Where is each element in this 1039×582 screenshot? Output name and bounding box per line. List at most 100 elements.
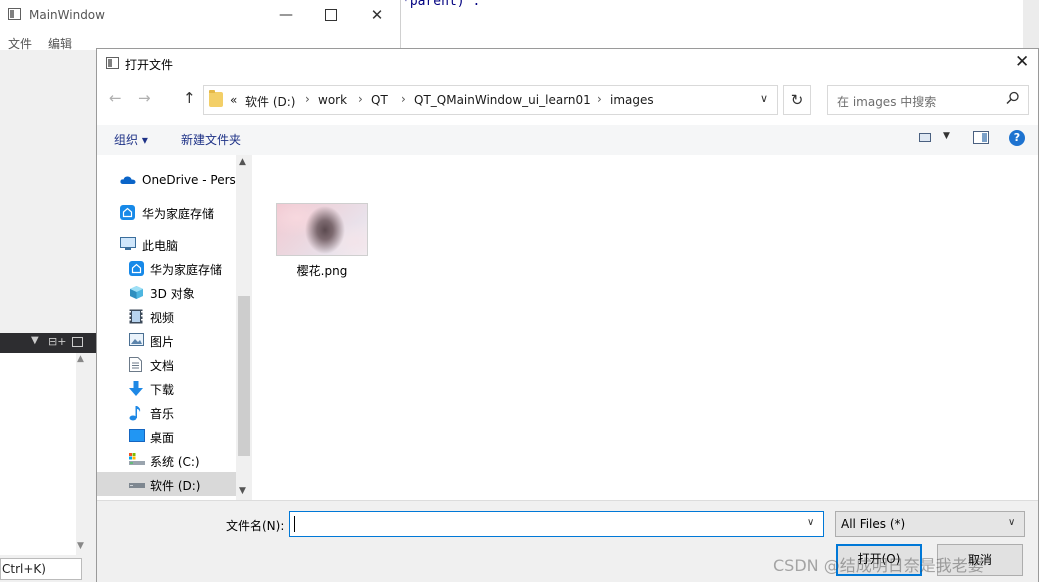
cloud-icon — [120, 173, 136, 186]
nav-item-video[interactable]: 视频 — [97, 304, 236, 328]
dock-panel — [0, 353, 77, 555]
scrollbar-thumb[interactable] — [238, 296, 250, 456]
nav-item-drive-d[interactable]: 软件 (D:) — [97, 472, 236, 496]
close-pane-icon[interactable] — [72, 337, 83, 347]
organize-button[interactable]: 组织 ▾ — [114, 131, 148, 148]
nav-item-onedrive[interactable]: OneDrive - Perso — [97, 168, 243, 192]
file-name: 樱花.png — [296, 264, 348, 278]
nav-item-this-pc[interactable]: 此电脑 — [97, 232, 236, 256]
split-icon[interactable]: ⊟+ — [48, 335, 66, 348]
video-icon — [129, 309, 143, 324]
navigation-pane: OneDrive - Perso 华为家庭存储 此电脑 华为家庭存储 3D 对象… — [97, 155, 252, 500]
nav-item-label: OneDrive - Perso — [142, 173, 244, 187]
chevron-down-icon[interactable]: ▼ — [239, 486, 246, 496]
chevron-down-icon[interactable]: ▼ — [77, 541, 84, 551]
nav-item-desktop[interactable]: 桌面 — [97, 424, 236, 448]
breadcrumb-overflow[interactable]: « — [230, 93, 237, 107]
editor-scrollbar[interactable] — [1023, 0, 1039, 48]
chevron-down-icon[interactable]: ∨ — [760, 92, 768, 105]
back-button[interactable]: ← — [109, 89, 122, 107]
cube-icon — [129, 285, 143, 299]
up-button[interactable]: ↑ — [183, 89, 196, 107]
dock-dropdown-icon[interactable]: ▼ — [31, 335, 39, 346]
nav-item-label: 华为家庭存储 — [150, 263, 223, 277]
breadcrumb-item[interactable]: QT — [371, 93, 388, 107]
search-icon[interactable] — [1006, 91, 1020, 109]
minimize-button[interactable]: — — [271, 5, 301, 25]
desktop-icon — [129, 429, 145, 442]
nav-item-label: 3D 对象 — [150, 287, 195, 301]
chevron-up-icon[interactable]: ▲ — [239, 157, 246, 167]
command-bar: 组织 ▾ 新建文件夹 ▼ ? — [97, 125, 1038, 156]
nav-item-label: 系统 (C:) — [150, 455, 200, 469]
preview-pane-button[interactable] — [973, 131, 989, 144]
document-icon — [129, 357, 143, 372]
breadcrumb-separator[interactable]: › — [597, 92, 602, 106]
nav-item-label: 文档 — [150, 359, 175, 373]
maximize-button[interactable] — [316, 5, 346, 25]
drive-icon — [129, 477, 145, 490]
text-caret — [294, 516, 295, 532]
breadcrumb-item[interactable]: images — [610, 93, 654, 107]
filetype-value: All Files (*) — [841, 517, 906, 531]
huawei-storage-icon — [129, 261, 144, 276]
nav-item-documents[interactable]: 文档 — [97, 352, 236, 376]
code-editor-background — [400, 0, 1039, 48]
breadcrumb-separator[interactable]: › — [401, 92, 406, 106]
code-line-fragment: *parent) . — [402, 0, 481, 9]
nav-item-huawei-storage[interactable]: 华为家庭存储 — [97, 200, 236, 224]
view-options-button[interactable]: ▼ — [919, 131, 950, 145]
nav-item-label: 软件 (D:) — [150, 479, 201, 493]
nav-item-label: 此电脑 — [142, 239, 179, 253]
dock-scrollbar[interactable] — [76, 353, 94, 555]
main-window-title: MainWindow — [29, 8, 105, 22]
nav-item-label: 图片 — [150, 335, 175, 349]
nav-item-label: 视频 — [150, 311, 175, 325]
nav-item-huawei-storage[interactable]: 华为家庭存储 — [97, 256, 236, 280]
breadcrumb-separator[interactable]: › — [358, 92, 363, 106]
breadcrumb-item[interactable]: work — [318, 93, 347, 107]
forward-button[interactable]: → — [138, 89, 151, 107]
search-placeholder: 在 images 中搜索 — [837, 95, 937, 109]
breadcrumb-item[interactable]: 软件 (D:) — [245, 93, 295, 110]
image-thumbnail — [276, 203, 368, 256]
close-button[interactable]: ✕ — [362, 5, 392, 25]
download-icon — [129, 381, 143, 396]
chevron-down-icon: ▼ — [943, 131, 950, 141]
close-button[interactable]: ✕ — [1015, 52, 1029, 72]
window-app-icon — [8, 8, 21, 20]
new-folder-button[interactable]: 新建文件夹 — [181, 131, 241, 148]
nav-item-3d-objects[interactable]: 3D 对象 — [97, 280, 236, 304]
drive-icon — [129, 453, 145, 466]
nav-item-downloads[interactable]: 下载 — [97, 376, 236, 400]
help-button[interactable]: ? — [1009, 130, 1025, 146]
dialog-titlebar[interactable]: 打开文件 ✕ — [97, 49, 1038, 79]
main-window: MainWindow — ✕ 文件 编辑 — [0, 0, 401, 51]
shortcut-field[interactable]: Ctrl+K) — [0, 558, 82, 580]
nav-item-label: 下载 — [150, 383, 175, 397]
filename-input[interactable]: ∨ — [289, 511, 824, 537]
filename-label: 文件名(N): — [226, 519, 285, 533]
chevron-up-icon[interactable]: ▲ — [77, 354, 84, 364]
huawei-storage-icon — [120, 205, 135, 220]
filetype-select[interactable]: All Files (*) ∨ — [835, 511, 1025, 537]
dialog-title: 打开文件 — [125, 58, 174, 72]
view-icon — [919, 133, 931, 142]
file-item[interactable]: 樱花.png — [276, 203, 372, 283]
search-input[interactable]: 在 images 中搜索 — [827, 85, 1029, 115]
nav-item-pictures[interactable]: 图片 — [97, 328, 236, 352]
chevron-down-icon: ∨ — [1008, 517, 1016, 528]
open-file-dialog: 打开文件 ✕ ← → ↑ « 软件 (D:) › work › QT › QT_… — [96, 48, 1039, 582]
breadcrumb-item[interactable]: QT_QMainWindow_ui_learn01 — [414, 93, 591, 107]
refresh-button[interactable]: ↻ — [783, 85, 811, 115]
nav-item-drive-c[interactable]: 系统 (C:) — [97, 448, 236, 472]
nav-item-label: 华为家庭存储 — [142, 207, 215, 221]
window-app-icon — [106, 57, 119, 69]
music-icon — [129, 405, 143, 421]
nav-item-music[interactable]: 音乐 — [97, 400, 236, 424]
main-window-titlebar[interactable]: MainWindow — ✕ — [0, 0, 400, 31]
breadcrumb-separator[interactable]: › — [305, 92, 310, 106]
nav-item-label: 音乐 — [150, 407, 175, 421]
address-bar[interactable]: « 软件 (D:) › work › QT › QT_QMainWindow_u… — [203, 85, 778, 115]
chevron-down-icon[interactable]: ∨ — [807, 517, 814, 528]
